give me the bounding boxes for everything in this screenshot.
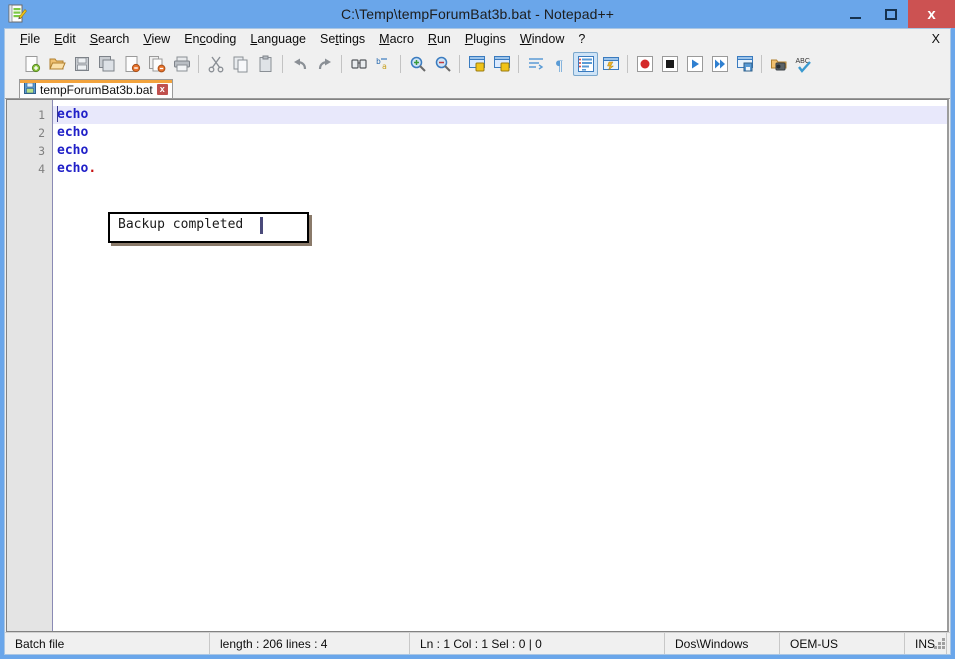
- toolbar: b a ¶ ABC: [5, 50, 950, 78]
- minimize-button[interactable]: [838, 0, 873, 28]
- sync-vertical-icon[interactable]: [464, 52, 489, 76]
- line-number-gutter: 1 2 3 4: [7, 100, 53, 631]
- overlay-caret: [260, 217, 263, 234]
- status-file-type: Batch file: [5, 632, 210, 654]
- menu-bar: File Edit Search View Encoding Language Settin…: [5, 29, 950, 50]
- menu-item-view[interactable]: View: [136, 30, 177, 48]
- play-macro-icon[interactable]: [682, 52, 707, 76]
- save-all-icon[interactable]: [94, 52, 119, 76]
- menu-item-language[interactable]: Language: [243, 30, 313, 48]
- code-operator: .: [88, 161, 97, 176]
- code-line[interactable]: echo: [53, 106, 947, 124]
- word-wrap-icon[interactable]: [523, 52, 548, 76]
- save-icon[interactable]: [69, 52, 94, 76]
- replace-icon[interactable]: ba: [371, 52, 396, 76]
- code-line[interactable]: echo: [53, 142, 947, 160]
- window-controls: x: [838, 0, 955, 28]
- menu-item-encoding[interactable]: Encoding: [177, 30, 243, 48]
- toolbar-separator: [518, 55, 519, 73]
- menu-item-file[interactable]: File: [13, 30, 47, 48]
- code-area[interactable]: echo echo echo echo.: [53, 100, 947, 631]
- status-doc-metrics: length : 206 lines : 4: [210, 632, 410, 654]
- undo-icon[interactable]: [287, 52, 312, 76]
- saved-document-icon: [24, 81, 36, 99]
- code-keyword: echo: [57, 143, 89, 158]
- pilcrow-icon[interactable]: ¶: [548, 52, 573, 76]
- all-characters-icon[interactable]: [573, 52, 598, 76]
- status-bar: Batch file length : 206 lines : 4 Ln : 1 C…: [5, 632, 950, 654]
- code-keyword: echo: [57, 161, 89, 176]
- menu-item-search[interactable]: Search: [83, 30, 137, 48]
- save-macro-icon[interactable]: [732, 52, 757, 76]
- tab-bar: tempForumBat3b.bat x: [5, 78, 950, 99]
- user-defined-dialog-icon[interactable]: [598, 52, 623, 76]
- close-window-button[interactable]: x: [908, 0, 955, 28]
- line-number: 4: [38, 162, 45, 176]
- editor[interactable]: 1234 echo echo echo echo. Backup completed: [6, 99, 949, 632]
- find-icon[interactable]: [346, 52, 371, 76]
- notepad-plus-plus-window: C:\Temp\tempForumBat3b.bat - Notepad++ x…: [0, 0, 955, 659]
- close-document-button[interactable]: X: [932, 32, 940, 46]
- menu-item-macro[interactable]: Macro: [372, 30, 421, 48]
- copy-icon[interactable]: [228, 52, 253, 76]
- status-caret-info: Ln : 1 Col : 1 Sel : 0 | 0: [410, 632, 665, 654]
- svg-text:a: a: [382, 62, 387, 71]
- menu-item-settings[interactable]: Settings: [313, 30, 372, 48]
- toolbar-separator: [627, 55, 628, 73]
- toolbar-separator: [341, 55, 342, 73]
- window-title: C:\Temp\tempForumBat3b.bat - Notepad++: [340, 6, 615, 22]
- spell-check-icon[interactable]: ABC: [791, 52, 816, 76]
- title-bar[interactable]: C:\Temp\tempForumBat3b.bat - Notepad++ x: [0, 0, 955, 28]
- line-number: 3: [38, 144, 45, 158]
- paste-icon[interactable]: [253, 52, 278, 76]
- redo-icon[interactable]: [312, 52, 337, 76]
- zoom-out-icon[interactable]: [430, 52, 455, 76]
- menu-item-[interactable]: ?: [571, 30, 592, 48]
- notepad-plus-plus-icon: [7, 4, 27, 24]
- resize-grip[interactable]: [933, 638, 947, 652]
- menu-item-window[interactable]: Window: [513, 30, 571, 48]
- close-all-files-icon[interactable]: [144, 52, 169, 76]
- close-file-icon[interactable]: [119, 52, 144, 76]
- svg-text:b: b: [376, 57, 381, 66]
- toolbar-separator: [459, 55, 460, 73]
- code-keyword: echo: [57, 107, 89, 122]
- code-line[interactable]: echo: [53, 124, 947, 142]
- new-file-icon[interactable]: [19, 52, 44, 76]
- menu-item-edit[interactable]: Edit: [47, 30, 83, 48]
- run-macro-multiple-icon[interactable]: [707, 52, 732, 76]
- code-line[interactable]: echo.: [53, 160, 947, 178]
- svg-text:¶: ¶: [556, 58, 563, 73]
- status-eol-format: Dos\Windows: [665, 632, 780, 654]
- print-icon[interactable]: [169, 52, 194, 76]
- zoom-in-icon[interactable]: [405, 52, 430, 76]
- menu-item-plugins[interactable]: Plugins: [458, 30, 513, 48]
- text-caret: [57, 106, 58, 122]
- stop-macro-icon[interactable]: [657, 52, 682, 76]
- toolbar-separator: [282, 55, 283, 73]
- overlay-text: Backup completed: [118, 217, 244, 232]
- menu-item-run[interactable]: Run: [421, 30, 458, 48]
- cut-icon[interactable]: [203, 52, 228, 76]
- status-encoding: OEM-US: [780, 632, 905, 654]
- sync-horizontal-icon[interactable]: [489, 52, 514, 76]
- line-number: 1: [38, 108, 45, 122]
- run-icon[interactable]: [766, 52, 791, 76]
- tab-tempforumbat3b[interactable]: tempForumBat3b.bat x: [19, 79, 173, 99]
- record-macro-icon[interactable]: [632, 52, 657, 76]
- backup-completed-overlay: Backup completed: [108, 212, 312, 246]
- tab-close-icon[interactable]: x: [156, 84, 168, 95]
- toolbar-separator: [198, 55, 199, 73]
- toolbar-separator: [761, 55, 762, 73]
- maximize-button[interactable]: [873, 0, 908, 28]
- open-file-icon[interactable]: [44, 52, 69, 76]
- client-area: File Edit Search View Encoding Language Settin…: [4, 28, 951, 655]
- close-icon: x: [927, 5, 936, 23]
- toolbar-separator: [400, 55, 401, 73]
- code-keyword: echo: [57, 125, 89, 140]
- line-number: 2: [38, 126, 45, 140]
- tab-label: tempForumBat3b.bat: [40, 82, 153, 97]
